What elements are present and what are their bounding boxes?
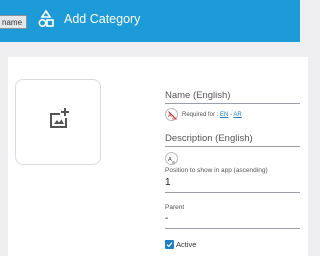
- translate-off-icon: A a: [168, 111, 177, 120]
- active-checkbox[interactable]: [165, 240, 174, 249]
- add-photo-icon: [50, 108, 69, 128]
- active-label: Active: [176, 240, 197, 249]
- position-underline: [165, 192, 300, 193]
- position-field-label: Position to show in app (ascending): [165, 167, 268, 174]
- description-translate-button[interactable]: A a: [165, 152, 178, 165]
- parent-underline: [165, 228, 300, 229]
- required-note: Required for : EN - AR: [182, 111, 242, 119]
- svg-text:a: a: [172, 161, 175, 165]
- name-translate-button[interactable]: A a: [165, 108, 178, 121]
- image-upload[interactable]: [15, 79, 101, 165]
- check-icon: [166, 242, 173, 248]
- translate-icon: A a: [168, 157, 175, 165]
- description-field-label: Description (English): [165, 133, 253, 144]
- description-input[interactable]: [165, 146, 300, 147]
- required-lang-en-link[interactable]: EN: [220, 112, 228, 118]
- name-input[interactable]: [165, 103, 300, 104]
- parent-field-label: Parent: [165, 204, 185, 211]
- tooltip: name: [0, 15, 28, 29]
- required-lang-ar-link[interactable]: AR: [233, 112, 241, 118]
- position-input[interactable]: 1: [165, 177, 171, 189]
- parent-select[interactable]: -: [165, 213, 168, 225]
- shapes-icon: [38, 10, 54, 28]
- required-separator: -: [230, 112, 233, 118]
- page-title: Add Category: [64, 12, 141, 26]
- name-field-label: Name (English): [165, 90, 231, 101]
- required-prefix: Required for :: [182, 112, 219, 118]
